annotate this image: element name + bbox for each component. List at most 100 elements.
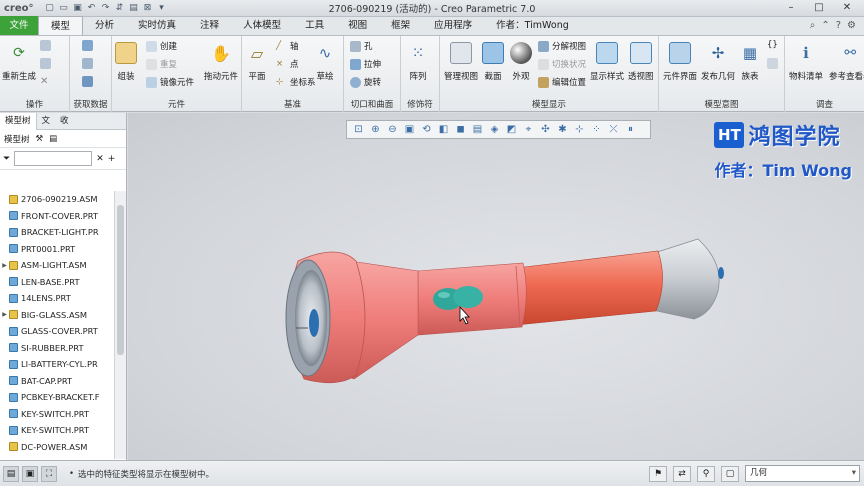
customize-icon[interactable]: ▾	[156, 3, 167, 14]
assemble-button[interactable]: 组装	[115, 42, 137, 82]
tab-model[interactable]: 模型	[38, 16, 84, 35]
scrollbar-thumb[interactable]	[117, 205, 124, 355]
minimize-icon[interactable]: –	[778, 1, 804, 15]
close-window-icon[interactable]: ⊠	[142, 3, 153, 14]
plane-button[interactable]: ▱ 平面	[246, 42, 268, 83]
pattern-button[interactable]: ⁙ 阵列	[407, 42, 429, 82]
paste-button[interactable]	[40, 58, 51, 69]
section-button[interactable]: 截面	[482, 42, 504, 82]
create-button[interactable]: 创建	[146, 40, 177, 52]
hole-button[interactable]: 孔	[350, 40, 373, 52]
tab-author[interactable]: 作者：TimWong	[484, 16, 581, 35]
ribbon-min-icon[interactable]: ⌃	[821, 20, 829, 31]
tab-framework[interactable]: 框架	[379, 16, 422, 35]
selection-filter-dropdown[interactable]: 几何	[745, 465, 860, 482]
tab-folder-browser[interactable]: 文	[37, 113, 56, 130]
regenerate-button[interactable]: ⟳ 重新生成	[2, 42, 36, 82]
publish-geometry-button[interactable]: ✢ 发布几何	[701, 42, 735, 82]
add-filter-icon[interactable]: +	[108, 154, 116, 164]
flag-icon[interactable]: ⚑	[649, 465, 667, 482]
tab-applications[interactable]: 应用程序	[422, 16, 484, 35]
settings-icon[interactable]: ⚙	[847, 20, 856, 31]
point-button[interactable]: × 点	[276, 58, 299, 71]
redo-icon[interactable]: ↷	[100, 3, 111, 14]
csys-button[interactable]: ⊹ 坐标系	[276, 76, 316, 89]
box-select-icon[interactable]: ▢	[721, 465, 739, 482]
bom-button[interactable]: ℹ 物料清单	[789, 42, 823, 82]
save-icon[interactable]: ▣	[72, 3, 83, 14]
copy-button[interactable]	[40, 40, 51, 51]
copy-geometry-button[interactable]	[82, 58, 93, 69]
tree-item[interactable]: PCBKEY-BRACKET.F	[0, 389, 114, 406]
toggle-state-button[interactable]: 切换状况	[538, 58, 586, 70]
open-file-icon[interactable]: ▭	[58, 3, 69, 14]
tree-item[interactable]: ▶ ASM-LIGHT.ASM	[0, 257, 114, 274]
component-interface-button[interactable]: 元件界面	[663, 42, 697, 82]
tree-item[interactable]: LI-BATTERY-CYL.PR	[0, 356, 114, 373]
relations-button[interactable]: {}	[767, 40, 778, 50]
help-icon[interactable]: ?	[836, 20, 841, 31]
filter-icon[interactable]: ⏷	[3, 154, 10, 164]
tab-model-tree[interactable]: 模型树	[0, 112, 37, 130]
manage-views-button[interactable]: 管理视图	[444, 42, 478, 82]
flashlight-model[interactable]	[128, 113, 864, 460]
expand-icon[interactable]: ▶	[0, 262, 9, 269]
tab-analysis[interactable]: 分析	[83, 16, 126, 35]
mirror-component-button[interactable]: 镜像元件	[146, 76, 194, 88]
user-defined-feature-button[interactable]	[82, 40, 93, 51]
tab-annotate[interactable]: 注释	[188, 16, 231, 35]
display-style-button[interactable]: 显示样式	[590, 42, 624, 82]
edit-position-button[interactable]: 编辑位置	[538, 76, 586, 88]
tree-item[interactable]: BAT-CAP.PRT	[0, 373, 114, 390]
find-icon[interactable]: ⚲	[697, 465, 715, 482]
parameters-button[interactable]	[767, 58, 778, 69]
tree-item[interactable]: KEY-SWITCH.PRT	[0, 422, 114, 439]
reference-viewer-button[interactable]: ⚯ 参考查看器	[829, 42, 864, 82]
tree-item[interactable]: GLASS-COVER.PRT	[0, 323, 114, 340]
expand-icon[interactable]: ▶	[0, 311, 9, 318]
new-file-icon[interactable]: ▢	[44, 3, 55, 14]
tree-item[interactable]: SI-RUBBER.PRT	[0, 340, 114, 357]
tree-item[interactable]: FRONT-COVER.PRT	[0, 208, 114, 225]
browser-toggle-icon[interactable]: ▣	[22, 465, 38, 482]
navigator-toggle-icon[interactable]: ▤	[3, 465, 19, 482]
tree-settings-icon[interactable]: ⚒	[36, 134, 44, 144]
regenerate-icon[interactable]: ⇵	[114, 3, 125, 14]
clear-filter-icon[interactable]: ✕	[96, 154, 104, 164]
tree-item[interactable]: KEY-SWITCH.PRT	[0, 406, 114, 423]
tree-item[interactable]: PRT0001.PRT	[0, 241, 114, 258]
appearance-button[interactable]: 外观	[510, 42, 532, 82]
selection-filter-icon[interactable]: ⇄	[673, 465, 691, 482]
exploded-view-button[interactable]: 分解视图	[538, 40, 586, 52]
drag-component-button[interactable]: ✋ 拖动元件	[204, 42, 238, 83]
repeat-button[interactable]: 重复	[146, 58, 177, 70]
axis-button[interactable]: ╱ 轴	[276, 40, 299, 53]
tree-item[interactable]: ▶ BIG-GLASS.ASM	[0, 307, 114, 324]
tree-search-input[interactable]	[14, 151, 93, 166]
revolve-button[interactable]: 旋转	[350, 76, 381, 88]
close-icon[interactable]: ✕	[834, 1, 860, 15]
tab-file[interactable]: 文件	[0, 16, 38, 35]
window-icon[interactable]: ▤	[128, 3, 139, 14]
sketch-button[interactable]: ∿ 草绘	[314, 42, 336, 82]
perspective-button[interactable]: 透视图	[628, 42, 654, 82]
extrude-button[interactable]: 拉伸	[350, 58, 381, 70]
search-help-icon[interactable]: ⌕	[810, 20, 816, 31]
undo-icon[interactable]: ↶	[86, 3, 97, 14]
maximize-icon[interactable]: □	[806, 1, 832, 15]
tab-live-simulation[interactable]: 实时仿真	[126, 16, 188, 35]
tree-item[interactable]: DC-POWER.ASM	[0, 439, 114, 456]
tree-item[interactable]: 14LENS.PRT	[0, 290, 114, 307]
tab-tools[interactable]: 工具	[293, 16, 336, 35]
tree-columns-icon[interactable]: ▤	[49, 134, 57, 144]
family-table-button[interactable]: ▦ 族表	[739, 42, 761, 82]
fullscreen-icon[interactable]: ⛶	[41, 465, 57, 482]
tab-view[interactable]: 视图	[336, 16, 379, 35]
tab-favorites[interactable]: 收	[55, 113, 74, 130]
tree-scrollbar[interactable]	[114, 191, 126, 459]
tab-manikin[interactable]: 人体模型	[231, 16, 293, 35]
graphics-viewport[interactable]: ⊡ ⊕ ⊖ ▣ ⟲ ◧ ◼ ▤ ◈ ◩ ⌖ ✣ ✱ ⊹ ⁘ ⤫ ⏸ HT 鸿图学…	[128, 113, 864, 460]
delete-button[interactable]: ✕	[40, 76, 51, 87]
tree-item[interactable]: 2706-090219.ASM	[0, 191, 114, 208]
tree-item[interactable]: BRACKET-LIGHT.PR	[0, 224, 114, 241]
